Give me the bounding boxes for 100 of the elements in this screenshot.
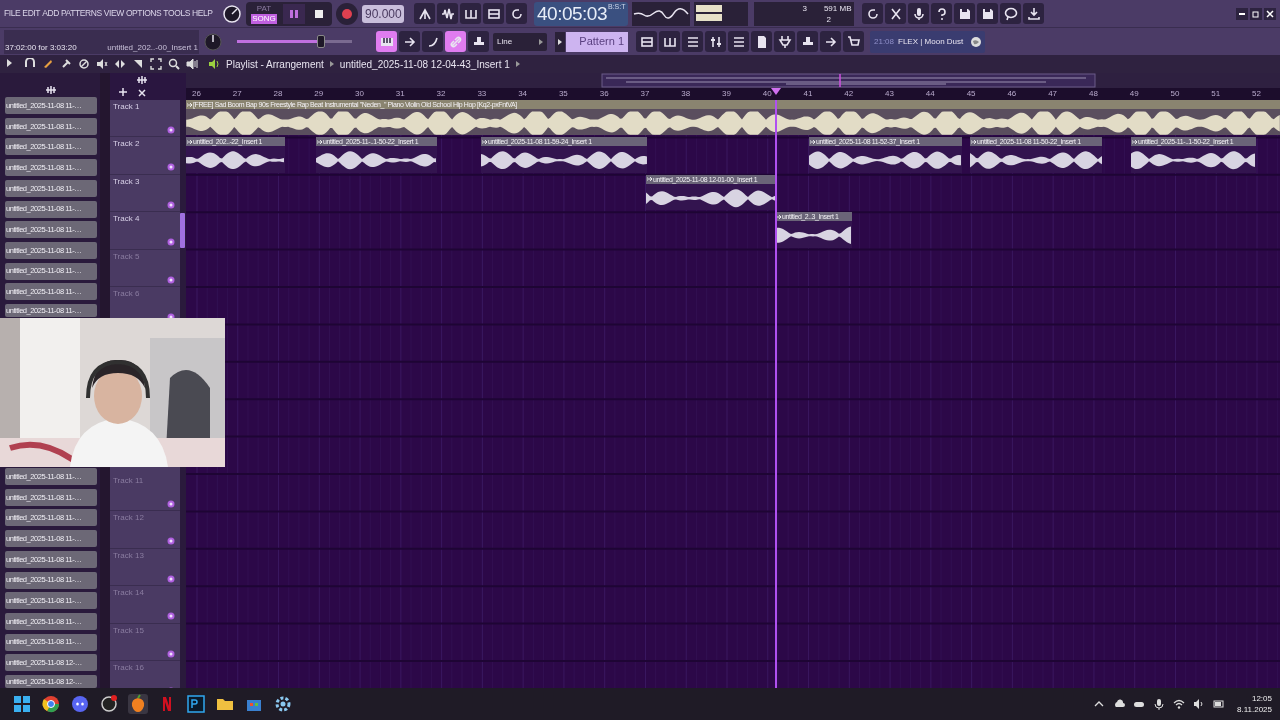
gear-icon[interactable] <box>273 694 293 714</box>
cart-button[interactable] <box>843 31 864 52</box>
clip-menu-icon[interactable] <box>317 139 322 144</box>
browser-list-button[interactable] <box>682 31 703 52</box>
timeline-ruler[interactable]: 26 27 28 29 30 31 32 33 34 35 36 37 38 39 40 41 42 43 44 45 46 47 48 49 50 51 52 <box>186 88 1280 100</box>
hint-clip-name: untitled_202..-00_Insert 1 <box>107 41 198 54</box>
clip-menu-icon[interactable] <box>776 214 781 219</box>
clip-menu-icon[interactable] <box>647 177 652 182</box>
tempo-display[interactable]: 90.000 <box>362 4 404 23</box>
bar-number: 38 <box>681 88 691 100</box>
cut-button[interactable] <box>885 3 907 24</box>
stamp-button[interactable] <box>468 31 489 52</box>
bar-number: 35 <box>558 88 568 100</box>
minimize-button[interactable] <box>1236 7 1248 20</box>
recorder-icon[interactable] <box>99 694 119 714</box>
chat-app-icon[interactable] <box>70 694 90 714</box>
start-icon[interactable] <box>12 694 32 714</box>
browser-icon[interactable] <box>41 694 61 714</box>
menu-item[interactable]: FILE <box>4 7 21 20</box>
bar-number: 36 <box>599 88 609 100</box>
track-select-button[interactable] <box>167 537 175 546</box>
pencil-icon[interactable] <box>42 58 54 70</box>
pause-button[interactable] <box>283 3 305 24</box>
track-name: Track 4 <box>113 213 140 226</box>
slider-thumb[interactable] <box>317 35 326 48</box>
microphone-button[interactable] <box>908 3 930 24</box>
mute-icon[interactable] <box>96 58 108 70</box>
bar-number: 46 <box>1007 88 1017 100</box>
piano-roll-button[interactable] <box>376 31 397 52</box>
refresh-button[interactable] <box>862 3 884 24</box>
menu-item[interactable]: TOOLS <box>163 7 191 20</box>
speaker-icon[interactable] <box>1193 698 1205 710</box>
microphone-icon[interactable] <box>1153 698 1165 710</box>
loop-record-button[interactable] <box>506 3 527 24</box>
track-select-button[interactable] <box>167 612 175 621</box>
record-button[interactable] <box>336 2 358 25</box>
clip-menu-icon[interactable] <box>482 139 487 144</box>
zoom-icon[interactable] <box>168 58 180 70</box>
clip-menu-icon[interactable] <box>971 139 976 144</box>
add-icon[interactable] <box>118 87 128 97</box>
save-button[interactable] <box>954 3 976 24</box>
track-select-button[interactable] <box>167 238 175 247</box>
arrow-button[interactable] <box>399 31 420 52</box>
page-button[interactable] <box>751 31 772 52</box>
clip-menu-icon[interactable] <box>810 139 815 144</box>
photo-editor-icon[interactable] <box>186 694 206 714</box>
knob[interactable] <box>203 31 223 52</box>
cloud-icon[interactable] <box>1113 698 1125 710</box>
bar-number: 39 <box>722 88 731 100</box>
menu-item[interactable]: VIEW <box>103 7 124 20</box>
breadcrumb-clip[interactable]: untitled_2025-11-08 12-04-43_Insert 1 <box>339 56 510 72</box>
close-icon[interactable] <box>137 88 147 98</box>
fruit-icon[interactable] <box>128 694 148 714</box>
track-select-button[interactable] <box>167 275 175 284</box>
previous-pattern-button[interactable] <box>555 31 565 52</box>
track-name: Track 13 <box>113 549 144 562</box>
arrow-icon <box>823 34 838 49</box>
clip-menu-icon[interactable] <box>187 139 192 144</box>
wifi-icon[interactable] <box>1173 698 1185 710</box>
knob[interactable] <box>222 3 242 24</box>
clip-menu-icon[interactable] <box>187 102 192 107</box>
news-panel[interactable]: 21:08 FLEX | Moon Dust <box>870 30 985 53</box>
scrollbar[interactable] <box>100 73 110 318</box>
speaker-icon[interactable] <box>208 58 220 70</box>
mixer-button[interactable] <box>705 31 726 52</box>
menu-item[interactable]: ADD <box>42 7 59 20</box>
curve-button[interactable] <box>422 31 443 52</box>
waveform-icon[interactable] <box>45 85 57 95</box>
track-select-button[interactable] <box>167 163 175 172</box>
track-select-button[interactable] <box>167 126 175 134</box>
scrollbar[interactable] <box>100 467 110 688</box>
save-new-version-button[interactable] <box>977 3 999 24</box>
list-icon <box>685 34 700 49</box>
plugin-button[interactable] <box>774 31 795 52</box>
waveform-icon[interactable] <box>136 75 148 85</box>
download-icon <box>1027 6 1041 21</box>
delete-icon[interactable] <box>78 58 90 70</box>
pattern-selector[interactable]: Pattern 1 <box>566 31 628 52</box>
help-button[interactable] <box>931 3 953 24</box>
select-icon[interactable] <box>150 58 162 70</box>
clip-menu-icon[interactable] <box>1132 139 1137 144</box>
menu-item[interactable]: OPTIONS <box>125 7 162 20</box>
restore-button[interactable] <box>1250 7 1262 20</box>
track-select-button[interactable] <box>167 574 175 583</box>
track-name: Track 1 <box>113 101 140 113</box>
magnet-icon[interactable] <box>24 58 36 70</box>
loop-icon <box>866 6 880 21</box>
close-button[interactable] <box>1264 7 1276 20</box>
track-name: Track 12 <box>113 512 144 525</box>
track-select-button[interactable] <box>167 649 175 658</box>
track-select-button[interactable] <box>167 500 175 508</box>
menu-item[interactable]: EDIT <box>22 7 41 20</box>
battery-icon[interactable] <box>1213 698 1225 710</box>
chat-button[interactable] <box>1000 3 1022 24</box>
track-select-button[interactable] <box>167 200 175 209</box>
snap-selector[interactable]: Line <box>493 32 547 51</box>
download-button[interactable] <box>1023 3 1045 24</box>
menu-item[interactable]: PATTERNS <box>60 7 102 20</box>
menu-item[interactable]: HELP <box>192 7 213 20</box>
bar-number: 42 <box>844 88 854 100</box>
